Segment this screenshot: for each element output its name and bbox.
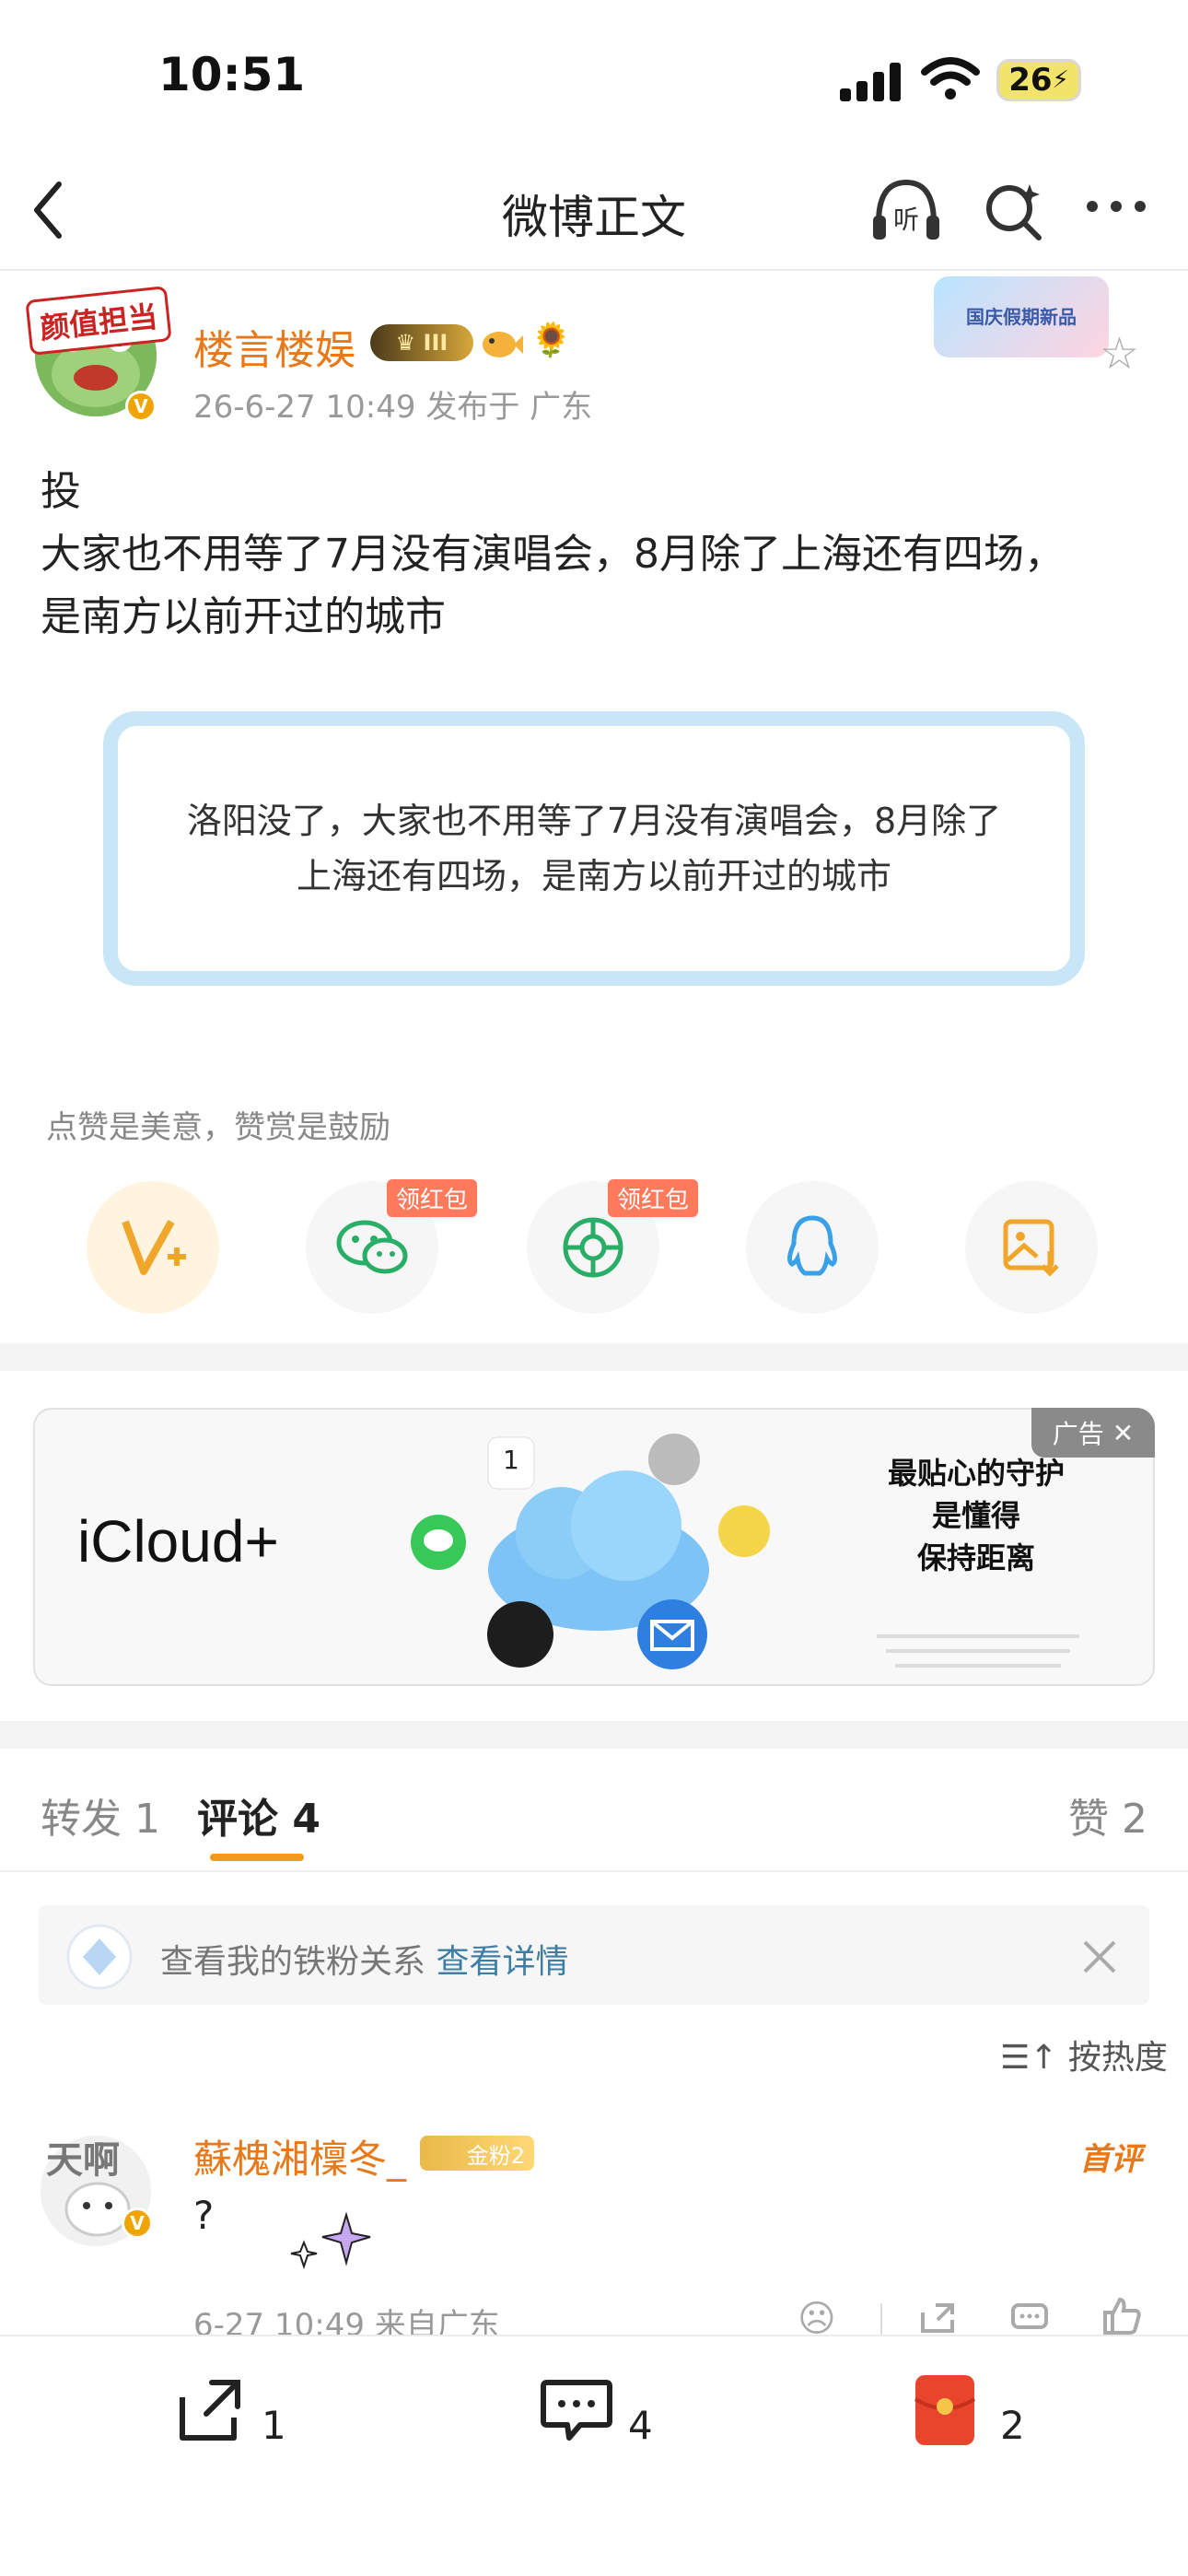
fish-badge-icon xyxy=(483,332,523,357)
ad-copy-line: 是懂得 xyxy=(931,1498,1020,1533)
image-download-icon xyxy=(1003,1219,1059,1277)
like-icon[interactable] xyxy=(1101,2296,1142,2335)
tab-likes[interactable]: 赞 2 xyxy=(1068,1786,1147,1844)
first-comment-label: 首评 xyxy=(1079,2141,1142,2178)
reward-tip: 点赞是美意，赞赏是鼓励 xyxy=(46,1109,390,1146)
red-packet-tag: 领红包 xyxy=(387,1179,478,1217)
avatar-text: 天啊 xyxy=(46,2139,120,2182)
red-packet-tag: 领红包 xyxy=(608,1179,699,1217)
verified-badge-icon: V xyxy=(125,391,157,422)
fan-relation-text: 查看我的铁粉关系 查看详情 xyxy=(160,1935,568,1983)
author-name[interactable]: 楼言楼娱 xyxy=(193,317,355,376)
signal-icon xyxy=(840,63,901,101)
fan-level-label: 金粉2 xyxy=(466,2142,525,2169)
verified-badge-icon: V xyxy=(122,2207,153,2239)
sunflower-badge-icon: 🌻 xyxy=(530,322,572,359)
section-divider xyxy=(0,1721,1188,1749)
quote-card[interactable]: 洛阳没了，大家也不用等了7月没有演唱会，8月除了上海还有四场，是南方以前开过的城… xyxy=(103,711,1085,986)
comment-icon[interactable] xyxy=(1009,2301,1050,2335)
more-icon[interactable] xyxy=(1085,197,1147,216)
post-text: 投 大家也不用等了7月没有演唱会，8月除了上海还有四场， 是南方以前开过的城市 xyxy=(41,468,1065,640)
ad-fine-print-icon xyxy=(877,1634,1079,1668)
commenter-name[interactable]: 蘇槐湘檁冬_ xyxy=(193,2128,406,2184)
active-tab-indicator xyxy=(210,1854,304,1861)
close-icon[interactable] xyxy=(1081,1938,1118,1975)
charging-bolt-icon: ⚡ xyxy=(1052,66,1069,94)
bottom-comment-icon[interactable] xyxy=(538,2375,615,2445)
listen-icon[interactable]: 听 xyxy=(869,175,943,245)
wifi-icon xyxy=(921,57,980,100)
repost-count: 1 xyxy=(262,2403,286,2448)
ad-copy-line: 保持距离 xyxy=(916,1540,1035,1575)
sparkle-sticker-icon xyxy=(290,2211,371,2270)
sort-button[interactable]: ☰↑ 按热度 xyxy=(1000,2031,1168,2078)
festival-badge[interactable]: 国庆假期新品 xyxy=(934,276,1109,357)
section-divider xyxy=(0,1343,1188,1371)
ad-label: 广告 xyxy=(1052,1419,1104,1449)
nav-divider xyxy=(0,269,1188,271)
quote-text: 洛阳没了，大家也不用等了7月没有演唱会，8月除了上海还有四场，是南方以前开过的城… xyxy=(186,801,1002,896)
ad-copy: 最贴心的守护 是懂得 保持距离 xyxy=(866,1452,1087,1579)
ad-brand: iCloud+ xyxy=(77,1508,279,1575)
post-meta: 26-6-27 10:49 发布于 广东 xyxy=(193,389,593,426)
fan-relation-label: 查看我的铁粉关系 xyxy=(160,1943,437,1981)
crown-icon: ♛ xyxy=(395,330,416,356)
status-time: 10:51 xyxy=(158,48,306,101)
calendar-day: 1 xyxy=(503,1445,519,1475)
repost-icon[interactable] xyxy=(917,2301,958,2335)
reward-button[interactable] xyxy=(87,1181,219,1314)
crown-level: III xyxy=(423,330,448,356)
crown-badge: ♛ III xyxy=(370,324,473,361)
comment-count: 4 xyxy=(628,2403,653,2448)
ad-copy-line: 最贴心的守护 xyxy=(887,1456,1065,1491)
icloud-illustration-icon xyxy=(411,1434,770,1669)
sort-icon: ☰↑ xyxy=(1000,2039,1058,2077)
fan-level-badge: 金粉2 xyxy=(420,2136,534,2171)
tab-repost[interactable]: 转发 1 xyxy=(41,1786,160,1844)
tab-comments[interactable]: 评论 4 xyxy=(197,1786,320,1844)
favorite-star-icon[interactable]: ☆ xyxy=(1100,328,1139,380)
like-count: 2 xyxy=(1000,2403,1025,2448)
bottom-like-red-packet-icon[interactable] xyxy=(912,2371,978,2449)
svg-text:听: 听 xyxy=(893,205,919,235)
bottom-action-bar xyxy=(0,2335,1188,2576)
battery-indicator: 26 ⚡ xyxy=(996,59,1081,101)
comment-text: ? xyxy=(193,2193,215,2238)
bottom-repost-icon[interactable] xyxy=(173,2375,247,2445)
moments-icon xyxy=(563,1217,623,1278)
view-details-link[interactable]: 查看详情 xyxy=(436,1943,568,1981)
diamond-icon xyxy=(66,1924,133,1990)
qq-icon xyxy=(786,1215,838,1276)
wechat-icon xyxy=(336,1220,408,1274)
search-icon[interactable] xyxy=(982,179,1046,243)
close-icon: ✕ xyxy=(1112,1417,1135,1448)
ad-close-button[interactable]: 广告 ✕ xyxy=(1031,1408,1155,1458)
share-qq-button[interactable] xyxy=(746,1181,879,1314)
battery-level: 26 xyxy=(1008,62,1053,99)
v-plus-icon xyxy=(122,1220,186,1275)
tabs-divider xyxy=(0,1870,1188,1872)
save-image-button[interactable] xyxy=(965,1181,1098,1314)
sort-label: 按热度 xyxy=(1067,2039,1168,2077)
action-divider xyxy=(880,2303,882,2335)
